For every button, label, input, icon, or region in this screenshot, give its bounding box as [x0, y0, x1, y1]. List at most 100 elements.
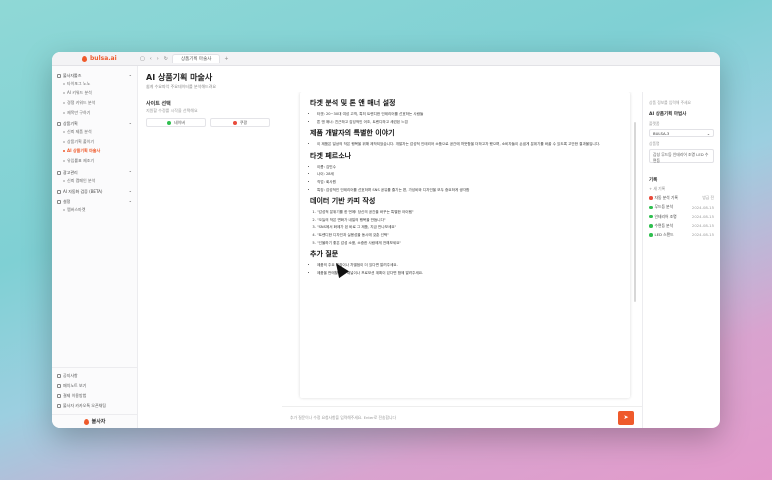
doc-list-item: 타겟: 20~30대 여성 고객, 특히 트렌디한 인테리어를 선호하는 사람들 [317, 112, 620, 117]
chevron-up-icon: ⌃ [128, 121, 132, 127]
doc-list-item: 이름: 김민수 [317, 165, 620, 170]
site-option-naver[interactable]: 네이버 [146, 118, 206, 127]
sidebar-item-label: 제목만 구하기 [67, 109, 91, 115]
history-name: 인테리어 조명 [654, 213, 677, 219]
chevron-up-icon: ⌃ [128, 73, 132, 79]
sidebar-item-label: AI 상품기획 마술사 [67, 148, 101, 154]
new-tab-icon[interactable]: + [224, 56, 228, 62]
sidebar-item-label: 타이포그 노노 [67, 80, 91, 86]
send-button[interactable]: ➤ [618, 410, 634, 425]
sidebar-section-label: 광고관리 [63, 169, 78, 175]
doc-heading: 타겟 페르소나 [310, 151, 352, 160]
sidebar-section-label: 설정 [63, 199, 71, 205]
sidebar-bottom-item[interactable]: 공지사항 [57, 371, 132, 381]
sidebar-item[interactable]: AI 키워드 분석 [57, 89, 132, 99]
history-item[interactable]: LED 스탠드 2024-08-15 [649, 232, 714, 238]
bullet-icon [63, 159, 65, 162]
sidebar-item[interactable]: AI 상품기획 마술사 [57, 147, 132, 157]
app-window: bulsa.ai ▢ ‹ › ↻ 상품기획 마술사 + 불사자툴즈 ⌃ 타이포그 노… [52, 52, 720, 428]
flame-icon [83, 418, 89, 425]
prompt-input[interactable]: 추가 질문이나 수정 요청사항을 입력해주세요. Enter로 전송합니다 [290, 415, 618, 421]
sidebar-bottom-item[interactable]: 패치노트 보기 [57, 381, 132, 391]
panel-hint: 상품 정보를 입력해 주세요 [649, 100, 692, 105]
doc-list-item: 나이: 28세 [317, 172, 620, 177]
sidebar-item-label: 신뢰 제품 분석 [67, 129, 92, 135]
sidebar-brand-name: 불사자 [91, 419, 106, 425]
send-icon: ➤ [623, 414, 629, 421]
sidebar-item[interactable]: 상품기획 풀이기 [57, 137, 132, 147]
history-item[interactable]: 수면등 분석 2024-08-15 [649, 223, 714, 229]
sidebar-item[interactable]: 신뢰 제품 분석 [57, 127, 132, 137]
title-bar: bulsa.ai ▢ ‹ › ↻ 상품기획 마술사 + [52, 52, 720, 66]
doc-list-item: 직업: 회사원 [317, 180, 620, 185]
product-name-field[interactable]: 감성 무드등 인테리어 조명 LED 수면등 [649, 149, 714, 163]
brand-name: bulsa.ai [90, 55, 117, 62]
doc-list-item: "선물하기 좋은 감성 소품, 소중한 사람에게 전해보세요" [317, 241, 620, 246]
status-dot-icon [649, 196, 653, 200]
sidebar-bottom-label: 패치노트 보기 [63, 383, 87, 388]
doc-heading: 타겟 분석 및 톤 앤 매너 설정 [310, 99, 396, 107]
platform-label: 플랫폼 [649, 121, 660, 126]
result-scrollbar[interactable] [634, 122, 636, 302]
sidebar-toggle-icon[interactable]: ▢ [140, 56, 145, 62]
doc-list-item: "SNS에서 화제가 된 바로 그 제품, 지금 만나보세요" [317, 225, 620, 230]
sidebar-item[interactable]: 유입률표 제조기 [57, 156, 132, 166]
back-icon[interactable]: ‹ [150, 56, 152, 62]
site-select-panel: 사이트 선택 지원할 수정를 시작을 선택해요 네이버 쿠팡 [138, 92, 278, 428]
sidebar: 불사자툴즈 ⌃ 타이포그 노노 AI 키워드 분석 경쟁 키워드 분석제목만 구하기상품… [52, 66, 138, 428]
site-select-desc: 지원할 수정를 시작을 선택해요 [146, 108, 198, 113]
site-option-coupang[interactable]: 쿠팡 [210, 118, 270, 127]
history-item[interactable]: 무드등 분석 2024-08-15 [649, 204, 714, 210]
sidebar-item[interactable]: 신뢰 캠페인 분석 [57, 176, 132, 186]
sidebar-bottom-item[interactable]: 결제 이용방법 [57, 391, 132, 401]
sidebar-section-label: 불사자툴즈 [63, 73, 82, 78]
bullet-icon [63, 179, 65, 182]
panel-title: AI 상품기획 마법사 [649, 112, 687, 117]
sidebar-section[interactable]: AI 자동화 검증 (BETA) ⌃ [57, 189, 132, 195]
section-icon [57, 170, 61, 175]
status-dot-icon [649, 205, 653, 210]
sidebar-item[interactable]: 타이포그 노노 [57, 79, 132, 89]
sidebar-item-label: 경쟁 키워드 분석 [67, 99, 96, 105]
settings-panel: 상품 정보를 입력해 주세요 AI 상품기획 마법사 플랫폼 BULSA-3 ⌄… [642, 92, 720, 428]
doc-list: 타겟: 20~30대 여성 고객, 특히 트렌디한 인테리어를 선호하는 사람들… [317, 112, 620, 124]
doc-list: 제품의 주요 특징이나 차별점이 더 있다면 알려주세요. 제품을 판매할 주요 … [317, 263, 620, 275]
sidebar-item-label: 유입률표 제조기 [67, 157, 95, 163]
doc-list-item: "오늘의 작은 변화가 내일의 행복을 만듭니다" [317, 218, 620, 223]
bullet-icon [63, 209, 65, 212]
doc-list-item: 이 제품은 일상의 작은 행복을 위해 제작되었습니다. 개발자는 감성적 인테… [317, 142, 620, 147]
bullet-icon [63, 111, 65, 114]
bullet-icon [63, 92, 65, 95]
platform-select[interactable]: BULSA-3 ⌄ [649, 129, 714, 137]
site-select-title: 사이트 선택 [146, 101, 171, 107]
doc-list-item: 톤 앤 매너: 친근하고 감성적인 어조, 트렌디하고 세련된 느낌 [317, 120, 620, 125]
history-item[interactable]: 자동 분석 기록 방금 전 [649, 195, 714, 201]
page-title: AI 상품기획 마술사 [146, 73, 213, 82]
tab-current[interactable]: 상품기획 마술사 [171, 54, 221, 63]
chevron-up-icon: ⌃ [128, 189, 132, 195]
item-icon [57, 374, 61, 378]
page-subtitle: 쉽게 수요파악 주요데이터를 분석해드려요 [146, 84, 217, 89]
history-name: LED 스탠드 [654, 231, 674, 237]
bullet-icon [63, 140, 65, 143]
item-icon [57, 384, 61, 388]
forward-icon[interactable]: › [157, 56, 159, 62]
new-history-button[interactable]: + 새 기록 [649, 186, 714, 192]
reload-icon[interactable]: ↻ [164, 56, 168, 62]
doc-list-item: 제품의 주요 특징이나 차별점이 더 있다면 알려주세요. [317, 263, 620, 268]
sidebar-item[interactable]: 제목만 구하기 [57, 108, 132, 118]
sidebar-section-label: AI 자동화 검증 (BETA) [63, 189, 103, 195]
bullet-icon [63, 101, 65, 104]
sidebar-item[interactable]: 경쟁 키워드 분석 [57, 98, 132, 108]
history-date: 2024-08-15 [691, 232, 714, 238]
sidebar-item[interactable]: 멤버스마켓 [57, 205, 132, 215]
site-option-label: 네이버 [173, 119, 186, 125]
product-name-label: 상품명 [649, 141, 660, 146]
sidebar-item-label: 멤버스마켓 [67, 207, 86, 213]
brand: bulsa.ai [52, 55, 138, 62]
nav-controls: ▢ ‹ › ↻ [138, 56, 168, 62]
history-item[interactable]: 인테리어 조명 2024-08-15 [649, 214, 714, 220]
chevron-up-icon: ⌃ [128, 199, 132, 205]
history-title: 기록 [649, 178, 658, 183]
sidebar-bottom-item[interactable]: 불사자 카카오톡 오픈채팅 [57, 401, 132, 411]
